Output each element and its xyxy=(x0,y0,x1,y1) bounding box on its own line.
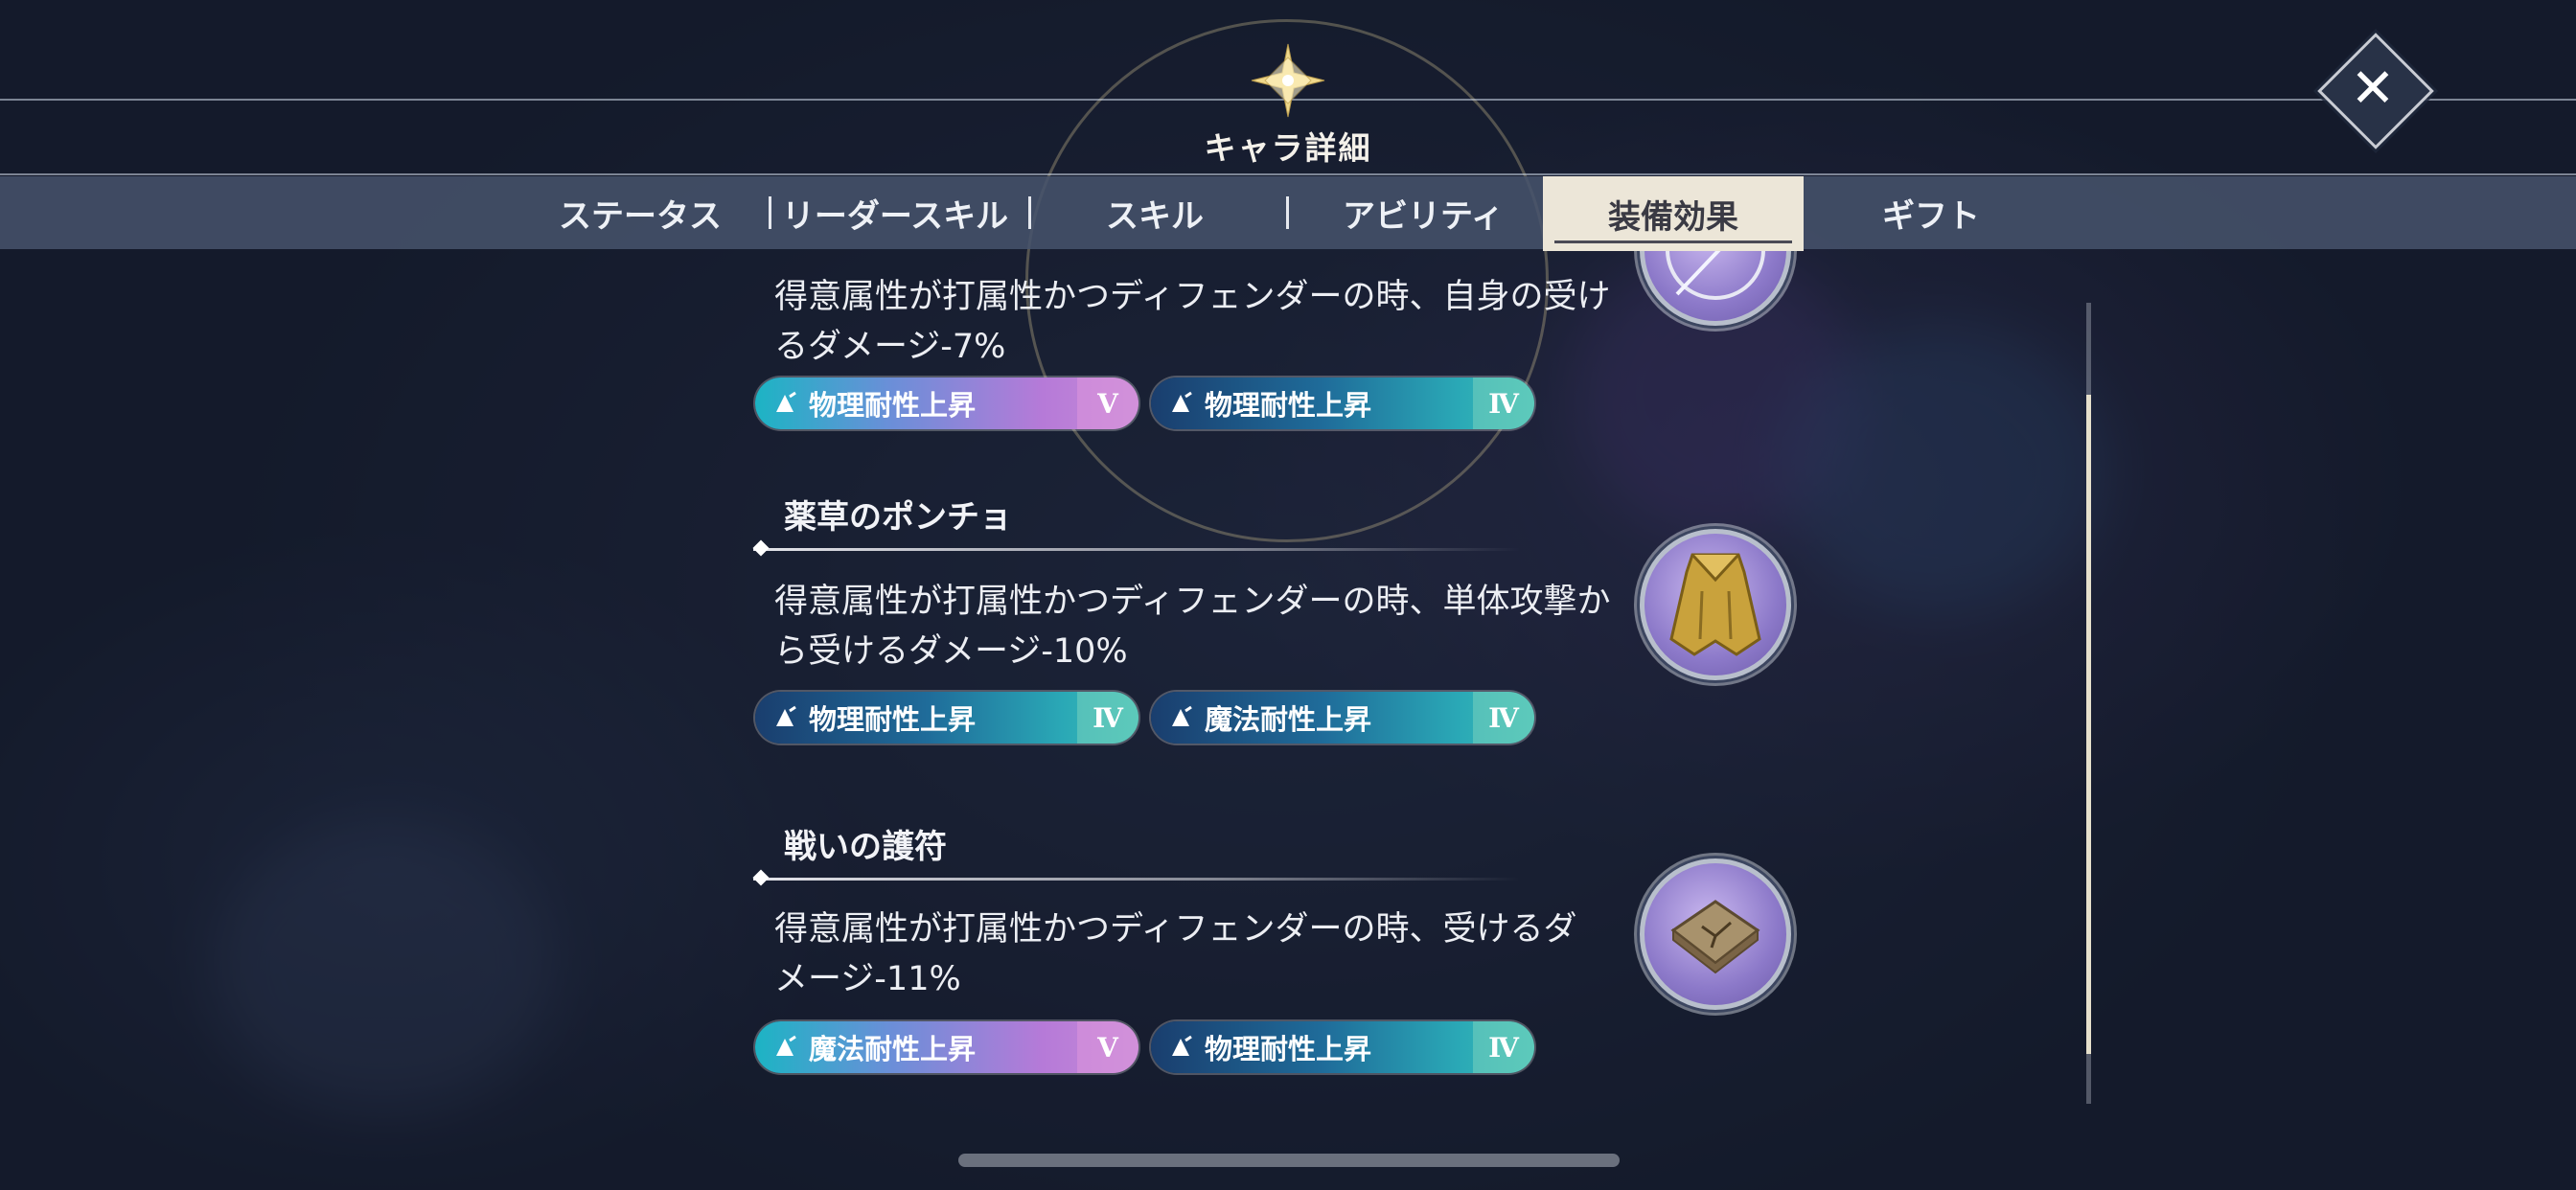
name-divider xyxy=(753,878,1520,881)
tab-gift[interactable]: ギフト xyxy=(1850,176,2012,249)
tab-underline xyxy=(1554,240,1792,243)
badge-physical-resist[interactable]: 物理耐性上昇 Ⅳ xyxy=(755,692,1138,744)
resist-up-icon xyxy=(1166,703,1195,732)
equipment-description: 得意属性が打属性かつディフェンダーの時、受けるダ メージ-11% xyxy=(774,904,1618,1004)
tab-equipment-effect-label: 装備効果 xyxy=(1608,197,1738,237)
tab-skill[interactable]: スキル xyxy=(1073,176,1236,249)
badge-label: 物理耐性上昇 xyxy=(1205,389,1372,422)
talisman-icon[interactable] xyxy=(1640,858,1791,1010)
tab-equipment-effect[interactable]: 装備効果 xyxy=(1543,176,1804,251)
tab-status[interactable]: ステータス xyxy=(544,176,736,249)
poncho-icon[interactable] xyxy=(1640,529,1791,680)
equipment-description: 得意属性が打属性かつディフェンダーの時、単体攻撃か ら受けるダメージ-10% xyxy=(774,577,1618,676)
description-line: ら受けるダメージ-10% xyxy=(774,632,1128,671)
badge-magic-resist[interactable]: 魔法耐性上昇 Ⅳ xyxy=(1151,692,1534,744)
name-divider xyxy=(753,548,1520,551)
resist-up-icon xyxy=(1166,1033,1195,1062)
tab-leader-skill[interactable]: リーダースキル xyxy=(770,176,1020,249)
close-icon[interactable]: ✕ xyxy=(2334,50,2411,126)
badge-rank: Ⅳ xyxy=(1473,1021,1534,1073)
badge-label: 物理耐性上昇 xyxy=(809,389,977,422)
equipment-description: 得意属性が打属性かつディフェンダーの時、自身の受け るダメージ-7% xyxy=(774,272,1618,372)
shield-orb-icon[interactable] xyxy=(1640,251,1791,326)
badge-physical-resist[interactable]: 物理耐性上昇 Ⅳ xyxy=(1151,1021,1534,1073)
resist-up-icon xyxy=(770,1033,799,1062)
description-line: メージ-11% xyxy=(774,960,961,998)
badge-rank: V xyxy=(1077,378,1138,429)
equipment-name: 薬草のポンチョ xyxy=(784,498,1012,537)
page-title: キャラ詳細 xyxy=(1204,129,1372,167)
badge-label: 物理耐性上昇 xyxy=(809,703,977,736)
description-line: 得意属性が打属性かつディフェンダーの時、自身の受け xyxy=(774,278,1611,316)
badge-physical-resist[interactable]: 物理耐性上昇 V xyxy=(755,378,1138,429)
tab-ability[interactable]: アビリティ xyxy=(1322,176,1524,249)
badge-physical-resist[interactable]: 物理耐性上昇 Ⅳ xyxy=(1151,378,1534,429)
description-line: るダメージ-7% xyxy=(774,328,1006,366)
header-line xyxy=(0,173,2576,175)
badge-rank: Ⅳ xyxy=(1473,378,1534,429)
badge-magic-resist[interactable]: 魔法耐性上昇 V xyxy=(755,1021,1138,1073)
badge-rank: Ⅳ xyxy=(1473,692,1534,744)
badge-label: 物理耐性上昇 xyxy=(1205,1033,1372,1065)
badge-label: 魔法耐性上昇 xyxy=(1205,703,1372,736)
tab-separator xyxy=(1028,196,1031,229)
equipment-name: 戦いの護符 xyxy=(784,828,947,866)
shield-orb-icon xyxy=(1666,251,1765,300)
equipment-list[interactable]: 得意属性が打属性かつディフェンダーの時、自身の受け るダメージ-7% 物理耐性上… xyxy=(0,251,2576,1113)
talisman-icon xyxy=(1670,900,1760,974)
resist-up-icon xyxy=(1166,389,1195,418)
home-indicator[interactable] xyxy=(958,1154,1620,1167)
star-emblem-icon xyxy=(1251,43,1325,118)
resist-up-icon xyxy=(770,389,799,418)
badge-label: 魔法耐性上昇 xyxy=(809,1033,977,1065)
badge-rank: Ⅳ xyxy=(1077,692,1138,744)
poncho-icon xyxy=(1669,553,1761,656)
description-line: 得意属性が打属性かつディフェンダーの時、単体攻撃か xyxy=(774,583,1611,621)
scrollbar-thumb[interactable] xyxy=(2086,395,2091,1054)
description-line: 得意属性が打属性かつディフェンダーの時、受けるダ xyxy=(774,910,1577,949)
badge-rank: V xyxy=(1077,1021,1138,1073)
tab-separator xyxy=(1286,196,1289,229)
resist-up-icon xyxy=(770,703,799,732)
